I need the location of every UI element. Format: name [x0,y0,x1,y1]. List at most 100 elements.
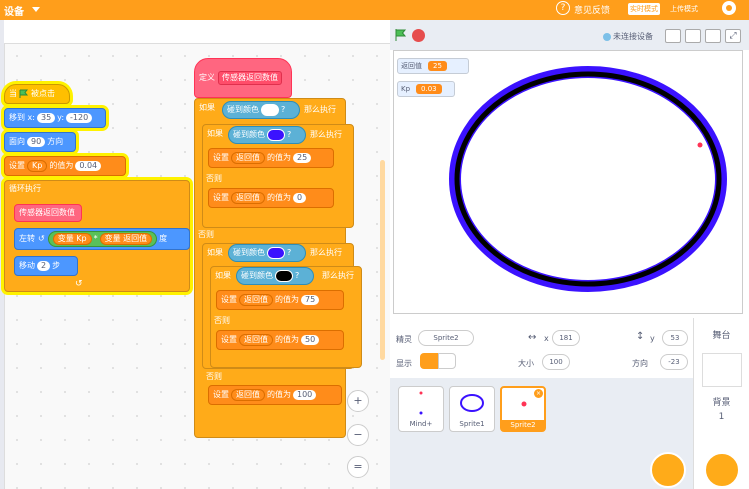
zoom-reset-button[interactable]: = [347,456,369,478]
variable-dropdown[interactable]: Kp [27,160,48,172]
size-input[interactable]: 100 [542,354,570,370]
hat-label: 当 [9,89,17,98]
show-label: 显示 [396,359,412,368]
set-return-0-block[interactable]: 设置 返回值 的值为 0 [208,188,334,208]
connection-status[interactable]: 未连接设备 [603,31,653,42]
touching-color-blue[interactable]: 碰到颜色 ? [228,126,306,144]
x-input[interactable]: 181 [552,330,580,346]
set-label: 设置 [213,390,229,399]
turn-suffix: 度 [159,234,168,243]
steps-input[interactable]: 2 [37,261,51,271]
color-swatch[interactable] [267,129,285,141]
sprite2-dot[interactable] [697,142,703,148]
if-label: 如果 [215,271,231,280]
code-tabs-strip [4,20,390,44]
variable-dropdown[interactable]: 返回值 [239,334,273,346]
touching-color-blue-2[interactable]: 碰到颜色 ? [228,244,306,262]
realtime-mode-button[interactable]: 实时模式 [628,3,660,15]
backdrop-count: 1 [718,412,725,422]
variable-dropdown[interactable]: 返回值 [231,152,265,164]
direction-input[interactable]: -23 [660,354,688,370]
set-return-25-block[interactable]: 设置 返回值 的值为 25 [208,148,334,168]
delete-icon[interactable]: × [534,389,543,398]
stop-icon[interactable] [412,29,425,42]
else-label: 否则 [206,372,222,381]
set-return-75-block[interactable]: 设置 返回值 的值为 75 [216,290,344,310]
status-dot-icon [603,32,611,41]
set-return-100-block[interactable]: 设置 返回值 的值为 100 [208,385,342,405]
x-arrow-icon: ↔ [528,332,537,343]
show-eye-icon[interactable] [420,353,438,369]
sprite-tile-sprite2[interactable]: × Sprite2 [500,386,546,432]
gear-icon[interactable] [722,1,736,15]
cond-label: 碰到颜色 [241,271,273,280]
monitor-value: 0.03 [416,84,442,94]
when-flag-clicked-block[interactable]: 当 被点击 [4,84,70,104]
variable-dropdown[interactable]: 返回值 [231,192,265,204]
value-input[interactable]: 50 [301,335,320,345]
variable-dropdown[interactable]: 返回值 [231,389,265,401]
monitor-label: Kp [401,85,411,93]
add-sprite-button[interactable] [650,452,686,488]
rotate-left-icon: ↺ [38,234,45,243]
value-input[interactable]: 25 [293,153,312,163]
hide-eye-icon[interactable] [438,353,456,369]
stage-panel[interactable]: 舞台 背景 1 [693,318,749,489]
direction-input[interactable]: 90 [27,137,46,147]
layout-icon[interactable] [705,29,721,43]
q-mark: ? [287,130,292,139]
set-return-50-block[interactable]: 设置 返回值 的值为 50 [216,330,344,350]
upload-mode-button[interactable]: 上传模式 [670,3,698,15]
kp-reporter[interactable]: 变量 Kp [52,233,92,245]
call-sensor-block[interactable]: 传感器返回数值 [14,204,82,222]
large-stage-icon[interactable] [685,29,701,43]
color-swatch[interactable] [267,247,285,259]
sprite-tile-sprite1[interactable]: Sprite1 [449,386,495,432]
multiply-operator[interactable]: 变量 Kp * 变量 返回值 [47,231,158,247]
zoom-out-button[interactable]: − [347,424,369,446]
monitor-label: 返回值 [401,62,422,70]
goto-xy-block[interactable]: 移到 x: 35 y: -120 [4,108,106,128]
sprite-name-input[interactable]: Sprite2 [418,330,474,346]
sprite-label: 精灵 [396,335,412,344]
move-suffix: 步 [52,261,61,270]
move-steps-block[interactable]: 移动 2 步 [14,256,78,276]
color-swatch[interactable] [261,104,279,116]
touching-color-black[interactable]: 碰到颜色 ? [236,267,314,285]
touching-color-white[interactable]: 碰到颜色 ? [222,101,300,119]
question-icon[interactable]: ? [556,1,570,15]
fullscreen-icon[interactable]: ⤢ [725,29,741,43]
device-menu[interactable]: 设备 [4,3,24,18]
color-swatch[interactable] [275,270,293,282]
sprite-tile-mindplus[interactable]: Mind+ [398,386,444,432]
feedback-link[interactable]: 意见反馈 [574,3,610,16]
y-input[interactable]: 53 [662,330,688,346]
set-kp-block[interactable]: 设置 Kp 的值为 0.04 [4,156,126,176]
green-flag-icon[interactable] [394,28,408,42]
value-input[interactable]: 0 [293,193,307,203]
value-input[interactable]: 100 [293,390,317,400]
value-input[interactable]: 0.04 [75,161,102,171]
turn-left-block[interactable]: 左转 ↺ 变量 Kp * 变量 返回值 度 [14,228,190,250]
y-input[interactable]: -120 [66,113,93,123]
then-label: 那么执行 [322,271,354,280]
forever-label: 循环执行 [9,184,41,193]
sprite-info-panel: 精灵 Sprite2 ↔ x 181 ↕ y 53 显示 大小 100 方向 -… [390,318,693,378]
variable-dropdown[interactable]: 返回值 [239,294,273,306]
value-input[interactable]: 75 [301,295,320,305]
monitor-kp[interactable]: Kp 0.03 [397,81,455,97]
chevron-down-icon[interactable] [32,7,40,12]
small-stage-icon[interactable] [665,29,681,43]
code-scrollbar[interactable] [380,160,385,360]
x-input[interactable]: 35 [36,113,56,123]
define-block[interactable]: 定义 传感器返回数值 [194,58,292,98]
add-backdrop-button[interactable] [704,452,740,488]
zoom-in-button[interactable]: + [347,390,369,412]
return-reporter[interactable]: 变量 返回值 [99,233,153,245]
cond-label: 碰到颜色 [233,248,265,257]
proc-name: 传感器返回数值 [218,71,282,85]
stage-thumb[interactable] [701,353,742,387]
monitor-return[interactable]: 返回值 25 [397,58,469,74]
q-mark: ? [295,271,300,280]
point-direction-block[interactable]: 面向 90 方向 [4,132,76,152]
